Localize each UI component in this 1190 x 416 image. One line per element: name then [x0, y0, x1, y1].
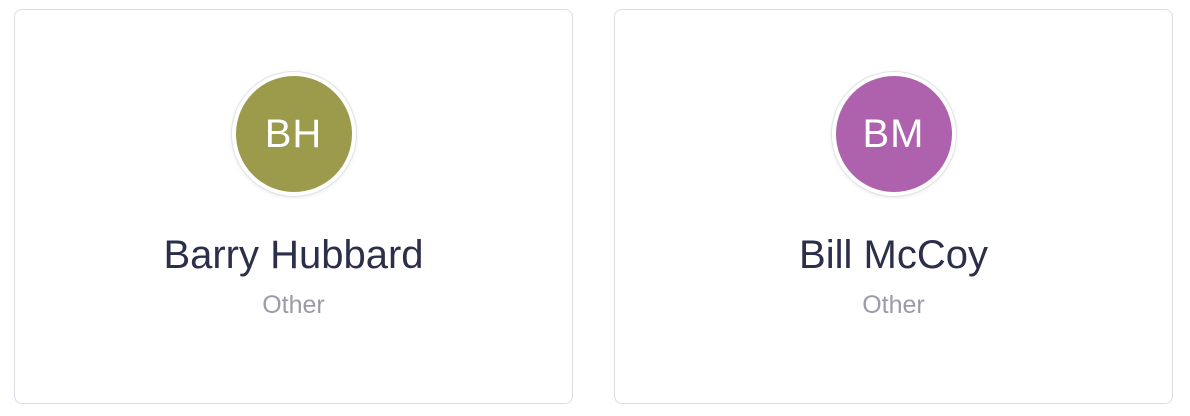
contact-role: Other	[862, 291, 925, 319]
contact-card[interactable]: BH Barry Hubbard Other	[14, 9, 573, 404]
contact-card[interactable]: BM Bill McCoy Other	[614, 9, 1173, 404]
contact-name: Bill McCoy	[799, 233, 988, 277]
avatar-initials: BH	[235, 76, 352, 192]
avatar: BH	[231, 72, 356, 196]
contact-card-grid: BH Barry Hubbard Other BM Bill McCoy Oth…	[0, 0, 1190, 416]
avatar: BM	[831, 72, 956, 196]
avatar-initials: BM	[835, 76, 952, 192]
contact-name: Barry Hubbard	[163, 233, 424, 277]
contact-role: Other	[262, 291, 325, 319]
